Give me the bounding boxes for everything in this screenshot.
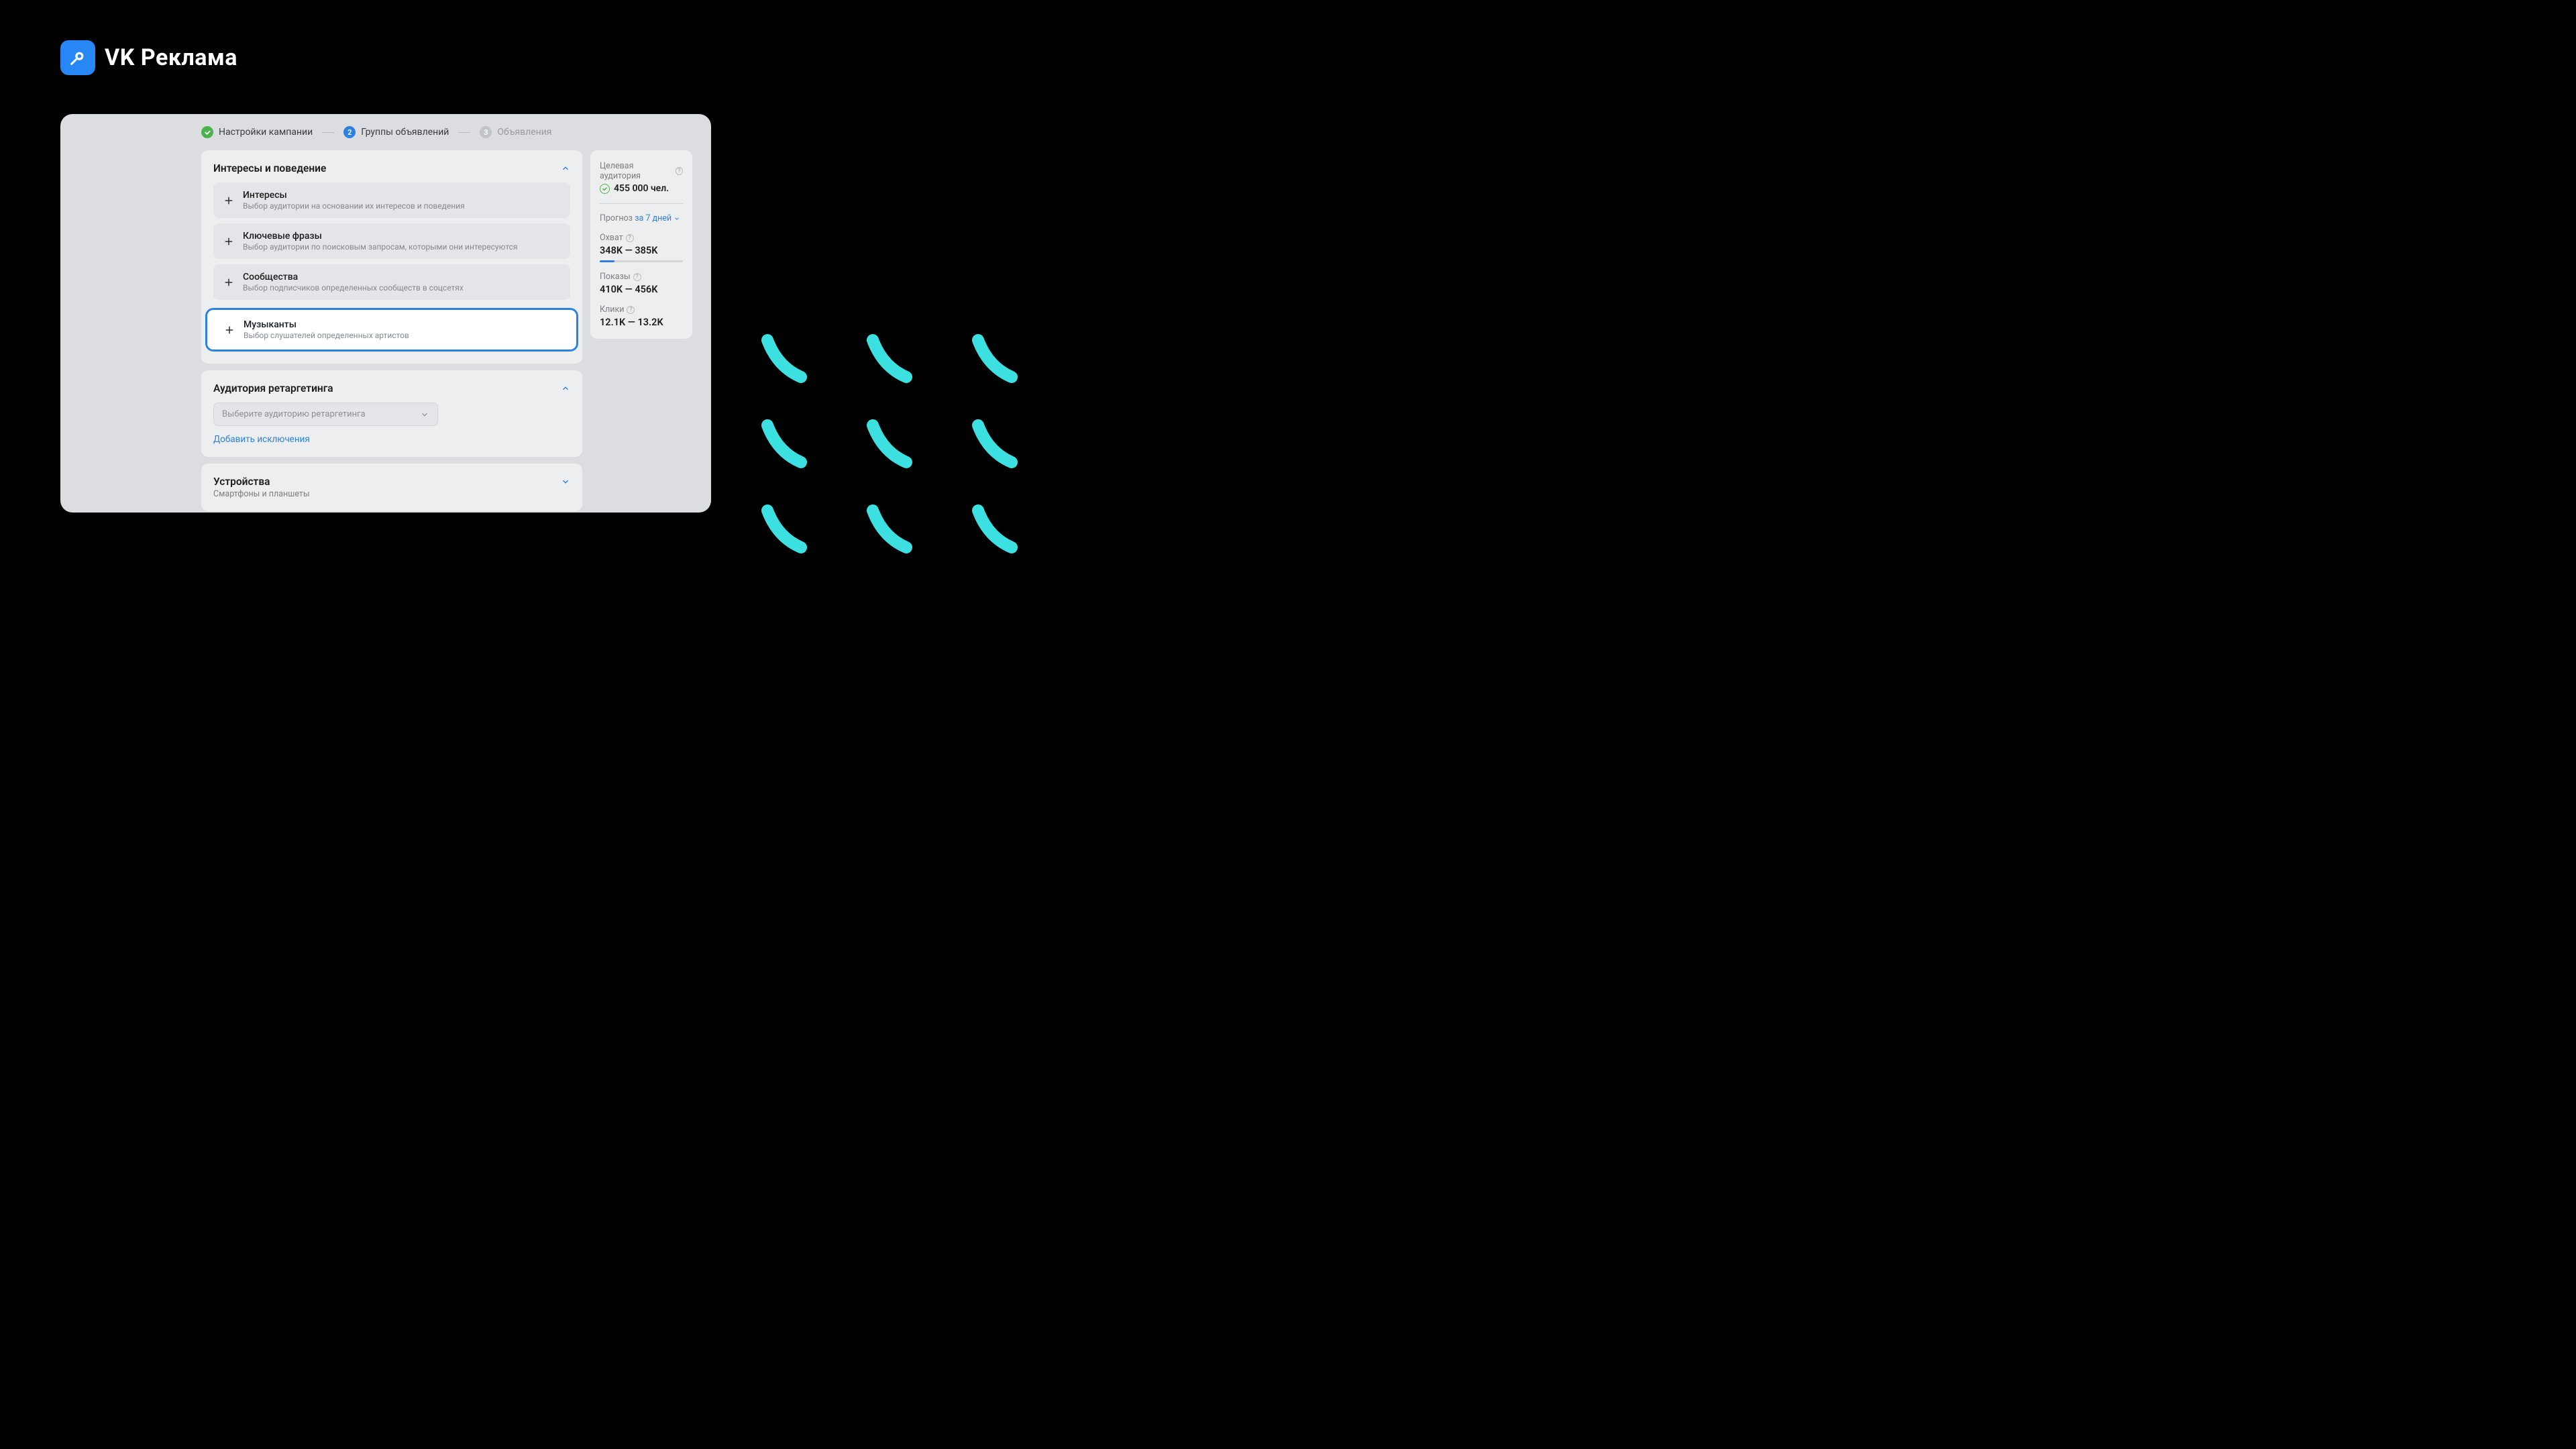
option-communities[interactable]: Сообщества Выбор подписчиков определенны… <box>213 264 570 300</box>
devices-card[interactable]: Устройства Смартфоны и планшеты <box>201 464 582 511</box>
audience-label: Целевая аудитория ? <box>600 161 683 181</box>
option-interests[interactable]: Интересы Выбор аудитории на основании их… <box>213 182 570 218</box>
main-panel: Настройки кампании 2 Группы объявлений 3… <box>60 114 711 513</box>
vk-ads-logo-icon <box>60 40 95 75</box>
clicks-label: Клики ? <box>600 305 683 315</box>
forecast-row[interactable]: Прогноз за 7 дней <box>600 213 683 223</box>
option-title: Интересы <box>243 190 465 201</box>
option-musicians[interactable]: Музыканты Выбор слушателей определенных … <box>205 308 578 352</box>
plus-icon <box>223 276 235 288</box>
plus-icon <box>223 324 235 336</box>
impressions-label: Показы ? <box>600 272 683 282</box>
step-campaign-settings[interactable]: Настройки кампании <box>201 126 313 138</box>
card-title: Интересы и поведение <box>213 162 326 174</box>
option-desc: Выбор подписчиков определенных сообществ… <box>243 283 464 292</box>
help-icon[interactable]: ? <box>676 167 683 175</box>
help-icon[interactable]: ? <box>633 273 641 281</box>
logo: VK Реклама <box>60 40 237 75</box>
expand-toggle[interactable] <box>561 477 570 486</box>
audience-value: 455 000 чел. <box>614 183 669 194</box>
reach-value: 348K — 385K <box>600 245 683 256</box>
help-icon[interactable]: ? <box>627 306 635 314</box>
option-title: Ключевые фразы <box>243 231 518 241</box>
option-desc: Выбор аудитории на основании их интересо… <box>243 201 465 211</box>
chevron-down-icon <box>674 215 680 222</box>
impressions-value: 410K — 456K <box>600 284 683 295</box>
chevron-down-icon <box>420 410 429 419</box>
help-icon[interactable]: ? <box>626 234 634 242</box>
option-title: Сообщества <box>243 272 464 282</box>
reach-bar <box>600 260 683 262</box>
option-title: Музыканты <box>244 319 409 330</box>
plus-icon <box>223 235 235 248</box>
collapse-toggle[interactable] <box>561 164 570 173</box>
step-ad-groups[interactable]: 2 Группы объявлений <box>343 126 449 138</box>
plus-icon <box>223 195 235 207</box>
card-title: Аудитория ретаргетинга <box>213 382 333 394</box>
option-desc: Выбор аудитории по поисковым запросам, к… <box>243 242 518 252</box>
step-label: Настройки кампании <box>219 127 313 138</box>
stats-card: Целевая аудитория ? 455 000 чел. Прогноз… <box>590 150 692 339</box>
reach-label: Охват ? <box>600 233 683 243</box>
collapse-toggle[interactable] <box>561 384 570 393</box>
option-keywords[interactable]: Ключевые фразы Выбор аудитории по поиско… <box>213 223 570 259</box>
step-divider <box>322 132 334 133</box>
interests-card: Интересы и поведение Интересы Выбор ауди… <box>201 150 582 364</box>
option-desc: Выбор слушателей определенных артистов <box>244 331 409 340</box>
stepper: Настройки кампании 2 Группы объявлений 3… <box>60 114 711 150</box>
step-label: Объявления <box>497 127 551 138</box>
step-label: Группы объявлений <box>361 127 449 138</box>
clicks-value: 12.1K — 13.2K <box>600 317 683 328</box>
step-divider <box>458 132 470 133</box>
select-placeholder: Выберите аудиторию ретаргетинга <box>222 409 366 419</box>
logo-text: VK Реклама <box>105 44 237 71</box>
check-icon <box>600 184 610 194</box>
add-exclusion-link[interactable]: Добавить исключения <box>213 434 570 445</box>
decorative-waves <box>735 318 1051 573</box>
retargeting-card: Аудитория ретаргетинга Выберите аудитори… <box>201 370 582 457</box>
card-title: Устройства <box>213 476 270 488</box>
card-sub: Смартфоны и планшеты <box>213 489 570 499</box>
step-ads[interactable]: 3 Объявления <box>480 126 551 138</box>
retargeting-select[interactable]: Выберите аудиторию ретаргетинга <box>213 402 438 426</box>
